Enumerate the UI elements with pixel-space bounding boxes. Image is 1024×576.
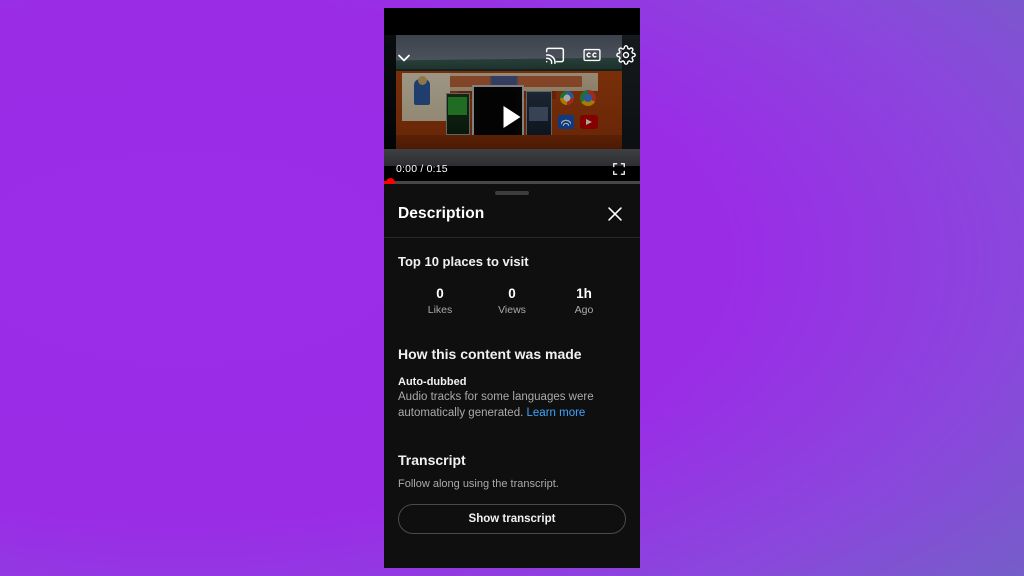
sheet-header: Description	[384, 195, 640, 238]
stat-age-label: Ago	[574, 304, 594, 317]
stat-views-value: 0	[508, 286, 516, 301]
stat-views: 0 Views	[476, 285, 548, 316]
video-title: Top 10 places to visit	[398, 254, 529, 269]
play-icon[interactable]	[503, 106, 521, 128]
stat-age-value: 1h	[576, 286, 592, 301]
time-display: 0:00 / 0:15	[396, 163, 448, 175]
learn-more-link[interactable]: Learn more	[527, 407, 586, 419]
stat-likes-value: 0	[436, 286, 444, 301]
content-made-heading: How this content was made	[398, 346, 582, 363]
phone-frame: 0:00 / 0:15 Description Top 10 places to…	[384, 8, 640, 568]
cast-icon[interactable]	[545, 45, 565, 65]
sheet-body: Top 10 places to visit 0 Likes 0 Views 1…	[384, 238, 640, 534]
auto-dubbed-label: Auto-dubbed	[398, 376, 467, 389]
stat-likes-label: Likes	[427, 304, 453, 317]
auto-dubbed-block: Auto-dubbed Audio tracks for some langua…	[398, 376, 626, 422]
stats-row: 0 Likes 0 Views 1h Ago	[398, 285, 626, 316]
description-sheet: Description Top 10 places to visit 0 Lik…	[384, 184, 640, 568]
transcript-description: Follow along using the transcript.	[398, 477, 559, 490]
chevron-down-icon[interactable]	[394, 48, 414, 68]
stat-views-label: Views	[498, 304, 526, 317]
show-transcript-button[interactable]: Show transcript	[398, 503, 626, 534]
stat-age: 1h Ago	[548, 285, 620, 316]
stat-likes: 0 Likes	[404, 285, 476, 316]
fullscreen-icon[interactable]	[612, 162, 626, 176]
close-icon[interactable]	[604, 203, 626, 225]
transcript-heading: Transcript	[398, 451, 466, 468]
video-player[interactable]: 0:00 / 0:15	[384, 8, 640, 187]
page-title: Description	[398, 205, 485, 222]
gear-icon[interactable]	[616, 45, 636, 65]
closed-captions-icon[interactable]	[582, 45, 602, 65]
auto-dubbed-description: Audio tracks for some languages were aut…	[398, 390, 626, 422]
